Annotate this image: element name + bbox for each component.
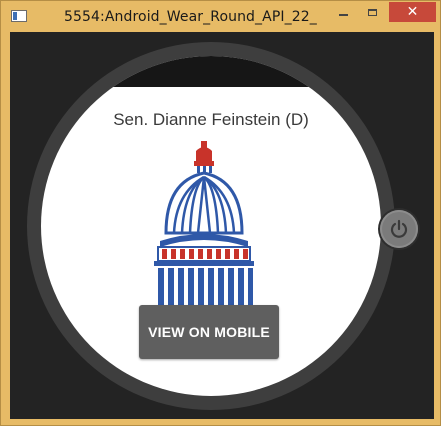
- senator-name: Sen. Dianne Feinstein (D): [113, 110, 309, 129]
- maximize-button[interactable]: [359, 2, 385, 22]
- power-icon: [390, 219, 408, 238]
- emulator-display: Sen. Dianne Feinstein (D) VIEW ON MOBILE: [10, 32, 434, 419]
- minimize-icon: [338, 14, 348, 16]
- screen-top-bar: [41, 56, 381, 87]
- emulator-window: 5554:Android_Wear_Round_API_22_ ✕ Sen. D…: [0, 0, 441, 426]
- app-window-icon: [11, 10, 27, 22]
- view-on-mobile-button[interactable]: VIEW ON MOBILE: [139, 305, 279, 359]
- minimize-button[interactable]: [330, 2, 356, 22]
- title-bar[interactable]: 5554:Android_Wear_Round_API_22_ ✕: [1, 1, 441, 32]
- close-button[interactable]: ✕: [389, 2, 436, 22]
- close-icon: ✕: [406, 4, 419, 20]
- power-button[interactable]: [380, 210, 418, 248]
- watch-bezel: Sen. Dianne Feinstein (D) VIEW ON MOBILE: [27, 42, 395, 410]
- window-title: 5554:Android_Wear_Round_API_22_: [64, 9, 317, 25]
- watch-screen[interactable]: Sen. Dianne Feinstein (D) VIEW ON MOBILE: [41, 56, 381, 396]
- maximize-icon: [367, 8, 377, 16]
- capitol-dome-icon: [154, 141, 254, 316]
